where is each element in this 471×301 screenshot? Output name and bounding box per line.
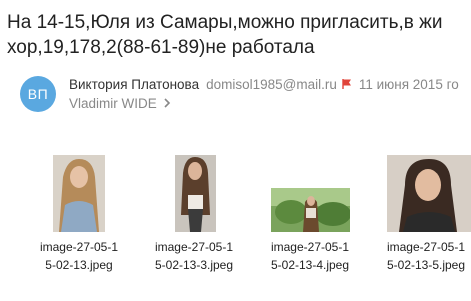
subject-line-1: На 14-15,Юля из Самары,можно пригласить,… (7, 12, 443, 33)
chevron-right-icon[interactable] (163, 95, 171, 108)
sender-name[interactable]: Виктория Платонова (69, 77, 199, 92)
avatar[interactable]: ВП (20, 76, 56, 112)
attachment-filename[interactable]: image-27-05-1 5-02-13-4.jpeg (254, 238, 366, 274)
attachment-item[interactable]: image-27-05-1 5-02-13.jpeg (23, 153, 135, 278)
sender-line: Виктория Платонова domisol1985@mail.ru 11 … (69, 76, 459, 94)
message-date: 11 июня 2015 го (358, 77, 459, 92)
email-view: На 14-15,Юля из Самары,можно пригласить,… (0, 0, 471, 301)
attachment-thumbnail[interactable] (387, 155, 471, 232)
attachment-thumbnail[interactable] (271, 188, 350, 232)
attachment-filename[interactable]: image-27-05-1 5-02-13-5.jpeg (370, 238, 471, 274)
email-subject: На 14-15,Юля из Самары,можно пригласить,… (7, 10, 471, 60)
recipient-line[interactable]: Vladimir WIDE (69, 95, 171, 113)
attachment-item[interactable]: image-27-05-1 5-02-13-4.jpeg (254, 153, 366, 278)
attachment-item[interactable]: image-27-05-1 5-02-13-3.jpeg (138, 153, 250, 278)
attachment-thumbnail[interactable] (53, 155, 105, 232)
attachment-filename[interactable]: image-27-05-1 5-02-13-3.jpeg (138, 238, 250, 274)
subject-line-2: хор,19,178,2(88-61-89)не работала (7, 37, 315, 58)
recipient-name[interactable]: Vladimir WIDE (69, 96, 157, 111)
flag-icon[interactable] (341, 77, 353, 89)
attachment-item[interactable]: image-27-05-1 5-02-13-5.jpeg (370, 153, 471, 278)
attachment-thumbnail[interactable] (175, 155, 216, 232)
attachment-filename[interactable]: image-27-05-1 5-02-13.jpeg (23, 238, 135, 274)
sender-email[interactable]: domisol1985@mail.ru (206, 77, 337, 92)
